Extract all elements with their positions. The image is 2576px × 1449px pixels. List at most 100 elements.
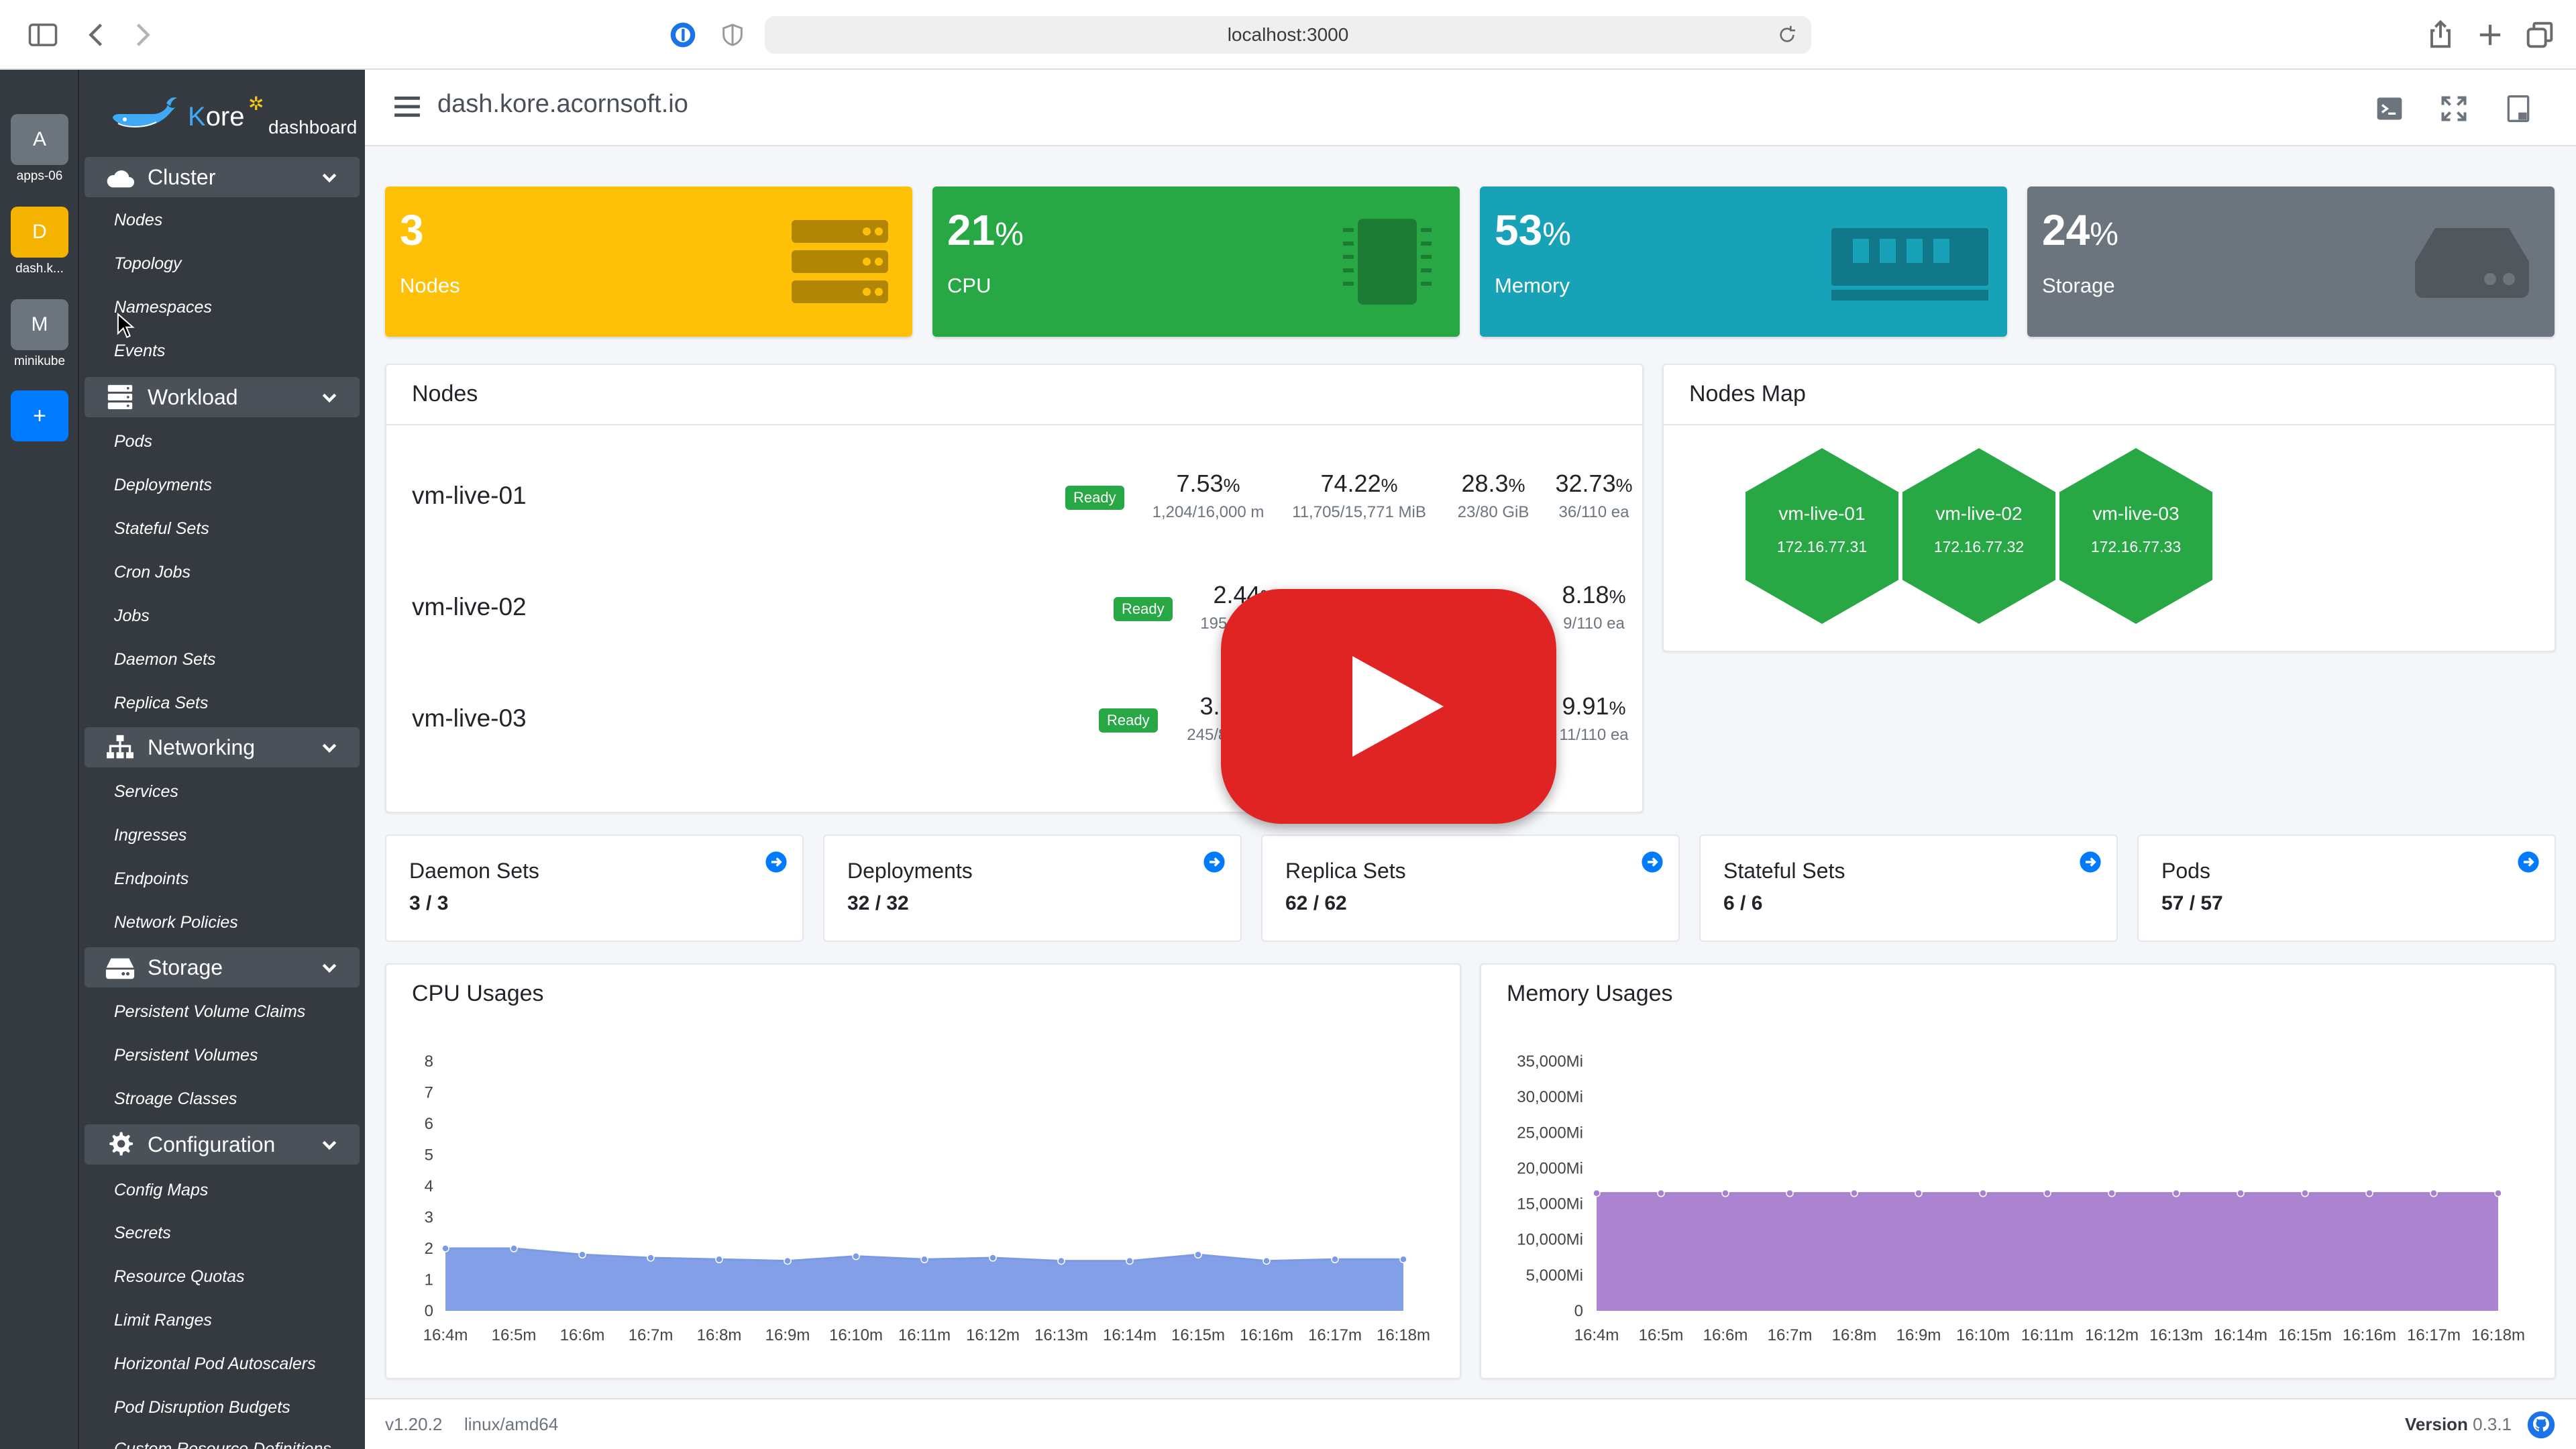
sidebar-item-daemon-sets[interactable]: Daemon Sets bbox=[114, 650, 215, 669]
data-point bbox=[2108, 1189, 2116, 1197]
sidebar-item-resource-quotas[interactable]: Resource Quotas bbox=[114, 1267, 245, 1287]
nav-section-label: Storage bbox=[148, 955, 223, 979]
tab-overview-icon[interactable] bbox=[2522, 17, 2557, 52]
brand-logo[interactable]: Kore ✲ dashboard bbox=[106, 83, 357, 150]
nav-section-networking[interactable]: Networking bbox=[85, 727, 360, 767]
add-cluster-button[interactable]: + bbox=[11, 390, 68, 441]
nav-section-cluster[interactable]: Cluster bbox=[85, 157, 360, 197]
x-tick-label: 16:13m bbox=[1034, 1326, 1088, 1344]
x-tick-label: 16:6m bbox=[1703, 1326, 1748, 1344]
reload-icon[interactable] bbox=[1776, 24, 1798, 46]
arrow-circle-right-icon[interactable] bbox=[2517, 851, 2540, 873]
sidebar-item-deployments[interactable]: Deployments bbox=[114, 476, 212, 495]
stat-number: 24 bbox=[2042, 206, 2090, 254]
sidebar-item-pods[interactable]: Pods bbox=[114, 432, 152, 451]
status-badge: Ready bbox=[1099, 708, 1158, 733]
forward-arrow-icon[interactable] bbox=[125, 17, 160, 52]
sidebar-item-stateful-sets[interactable]: Stateful Sets bbox=[114, 519, 209, 539]
sidebar-item-storage-classes[interactable]: Stroage Classes bbox=[114, 1089, 237, 1109]
data-point bbox=[2043, 1189, 2051, 1197]
stat-box-storage[interactable]: 24% Storage bbox=[2027, 186, 2555, 337]
nav-section-workload[interactable]: Workload bbox=[85, 377, 360, 417]
share-icon[interactable] bbox=[2423, 17, 2458, 52]
data-point bbox=[1126, 1256, 1134, 1265]
series-area bbox=[1597, 1193, 2498, 1311]
stat-value: 21% bbox=[947, 205, 1024, 255]
hamburger-menu-icon[interactable] bbox=[394, 95, 420, 118]
cluster-apps-06[interactable]: A apps-06 bbox=[11, 114, 68, 184]
metric-sub: 11,705/15,771 MiB bbox=[1292, 503, 1426, 521]
new-tab-icon[interactable] bbox=[2473, 17, 2508, 52]
terminal-icon[interactable] bbox=[2375, 94, 2404, 123]
stat-box-cpu[interactable]: 21% CPU bbox=[932, 186, 1460, 337]
arrow-circle-right-icon[interactable] bbox=[1203, 851, 1226, 873]
fullscreen-icon[interactable] bbox=[2439, 94, 2469, 123]
node-name[interactable]: vm-live-03 bbox=[412, 704, 527, 733]
sidebar-item-endpoints[interactable]: Endpoints bbox=[114, 869, 189, 889]
right-panel-toggle-icon[interactable] bbox=[2504, 94, 2533, 123]
sidebar-item-cron-jobs[interactable]: Cron Jobs bbox=[114, 563, 191, 582]
sidebar-item-horizontal-pod-autoscalers[interactable]: Horizontal Pod Autoscalers bbox=[114, 1354, 316, 1374]
sidebar-item-events[interactable]: Events bbox=[114, 341, 165, 361]
y-tick-label: 15,000Mi bbox=[1517, 1195, 1583, 1214]
node-name[interactable]: vm-live-01 bbox=[412, 482, 527, 510]
cluster-rail: A apps-06 D dash.k... M minikube + bbox=[0, 70, 79, 1449]
cluster-label: minikube bbox=[13, 354, 66, 368]
sidebar-item-secrets[interactable]: Secrets bbox=[114, 1224, 171, 1243]
stat-box-memory[interactable]: 53% Memory bbox=[1480, 186, 2007, 337]
sidebar-item-network-policies[interactable]: Network Policies bbox=[114, 913, 238, 932]
cluster-minikube[interactable]: M minikube bbox=[11, 299, 68, 369]
nav-section-label: Workload bbox=[148, 384, 238, 409]
sidebar-item-persistent-volume-claims[interactable]: Persistent Volume Claims bbox=[114, 1002, 305, 1022]
onepassword-extension-icon[interactable] bbox=[668, 20, 698, 50]
stat-box-nodes[interactable]: 3 Nodes bbox=[385, 186, 912, 337]
version-value: 0.3.1 bbox=[2473, 1414, 2512, 1434]
x-tick-label: 16:9m bbox=[1896, 1326, 1941, 1344]
data-point bbox=[2301, 1189, 2309, 1197]
sidebar-item-replica-sets[interactable]: Replica Sets bbox=[114, 694, 208, 713]
sidebar-item-custom-resource-definitions[interactable]: Custom Resource Definitions bbox=[114, 1440, 331, 1449]
sidebar-item-limit-ranges[interactable]: Limit Ranges bbox=[114, 1311, 212, 1330]
data-point bbox=[1850, 1189, 1858, 1197]
stat-number: 3 bbox=[400, 206, 424, 254]
hex-node-name: vm-live-02 bbox=[1935, 503, 2023, 524]
card-title: Nodes Map bbox=[1689, 381, 1806, 407]
sidebar-item-ingresses[interactable]: Ingresses bbox=[114, 826, 186, 845]
sidebar-toggle-icon[interactable] bbox=[25, 17, 60, 52]
url-bar[interactable]: localhost:3000 bbox=[765, 16, 1811, 54]
node-name[interactable]: vm-live-02 bbox=[412, 593, 527, 621]
video-play-button[interactable] bbox=[1221, 589, 1556, 824]
brand-name-rest: ore bbox=[205, 102, 245, 131]
metric-value: 9.91 bbox=[1562, 692, 1609, 720]
nav-section-storage[interactable]: Storage bbox=[85, 947, 360, 987]
play-icon bbox=[1352, 656, 1444, 757]
summary-card-deployments: Deployments 32 / 32 bbox=[823, 835, 1242, 942]
arrow-circle-right-icon[interactable] bbox=[2079, 851, 2102, 873]
back-arrow-icon[interactable] bbox=[79, 17, 114, 52]
cloud-icon bbox=[107, 170, 135, 188]
network-icon bbox=[107, 735, 133, 759]
stat-unit: % bbox=[2090, 217, 2118, 252]
arrow-circle-right-icon[interactable] bbox=[1641, 851, 1664, 873]
x-tick-label: 16:7m bbox=[1768, 1326, 1813, 1344]
whale-logo-icon bbox=[113, 97, 177, 127]
y-tick-label: 2 bbox=[425, 1240, 433, 1258]
sidebar-item-services[interactable]: Services bbox=[114, 782, 178, 802]
sidebar-item-persistent-volumes[interactable]: Persistent Volumes bbox=[114, 1046, 258, 1065]
x-tick-label: 16:15m bbox=[1171, 1326, 1225, 1344]
stat-label: Storage bbox=[2042, 274, 2115, 297]
footer: v1.20.2 linux/amd64 Version 0.3.1 bbox=[365, 1398, 2576, 1449]
shield-icon[interactable] bbox=[719, 21, 746, 48]
y-tick-label: 7 bbox=[425, 1084, 433, 1102]
sidebar-item-jobs[interactable]: Jobs bbox=[114, 606, 150, 626]
github-icon[interactable] bbox=[2526, 1410, 2556, 1440]
sidebar-item-pod-disruption-budgets[interactable]: Pod Disruption Budgets bbox=[114, 1398, 290, 1417]
sidebar-item-config-maps[interactable]: Config Maps bbox=[114, 1181, 208, 1200]
sidebar-item-nodes[interactable]: Nodes bbox=[114, 211, 162, 230]
sidebar-item-topology[interactable]: Topology bbox=[114, 254, 182, 274]
nav-section-configuration[interactable]: Configuration bbox=[85, 1124, 360, 1165]
memory-usage-chart: 0 5,000Mi 10,000Mi 15,000Mi 20,000Mi 25,000Mi… bbox=[1517, 1053, 2525, 1344]
arrow-circle-right-icon[interactable] bbox=[765, 851, 788, 873]
summary-label: Replica Sets bbox=[1285, 859, 1406, 883]
cluster-dash-kore[interactable]: D dash.k... bbox=[11, 207, 68, 276]
